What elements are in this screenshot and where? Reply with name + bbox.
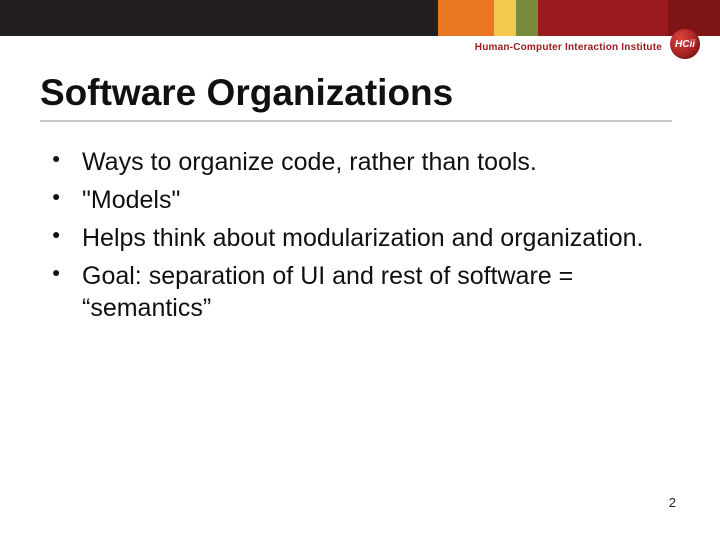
topbar-orange-segment xyxy=(438,0,494,36)
title-divider xyxy=(40,120,672,122)
hcii-logo-icon: HCii xyxy=(670,29,700,59)
list-item: Goal: separation of UI and rest of softw… xyxy=(48,260,664,324)
slide: Human-Computer Interaction Institute HCi… xyxy=(0,0,720,540)
list-item: Helps think about modularization and org… xyxy=(48,222,664,254)
header-logo-strip: Human-Computer Interaction Institute HCi… xyxy=(0,36,720,58)
topbar-dark-segment xyxy=(0,0,438,36)
bullet-list: Ways to organize code, rather than tools… xyxy=(48,146,664,324)
topbar-green-segment xyxy=(516,0,538,36)
topbar-red-segment xyxy=(538,0,668,36)
top-accent-bar xyxy=(0,0,720,36)
list-item: Ways to organize code, rather than tools… xyxy=(48,146,664,178)
institute-label: Human-Computer Interaction Institute xyxy=(475,42,662,53)
slide-body: Ways to organize code, rather than tools… xyxy=(48,146,664,330)
page-title: Software Organizations xyxy=(40,72,680,114)
list-item: "Models" xyxy=(48,184,664,216)
page-number: 2 xyxy=(669,495,676,510)
topbar-yellow-segment xyxy=(494,0,516,36)
